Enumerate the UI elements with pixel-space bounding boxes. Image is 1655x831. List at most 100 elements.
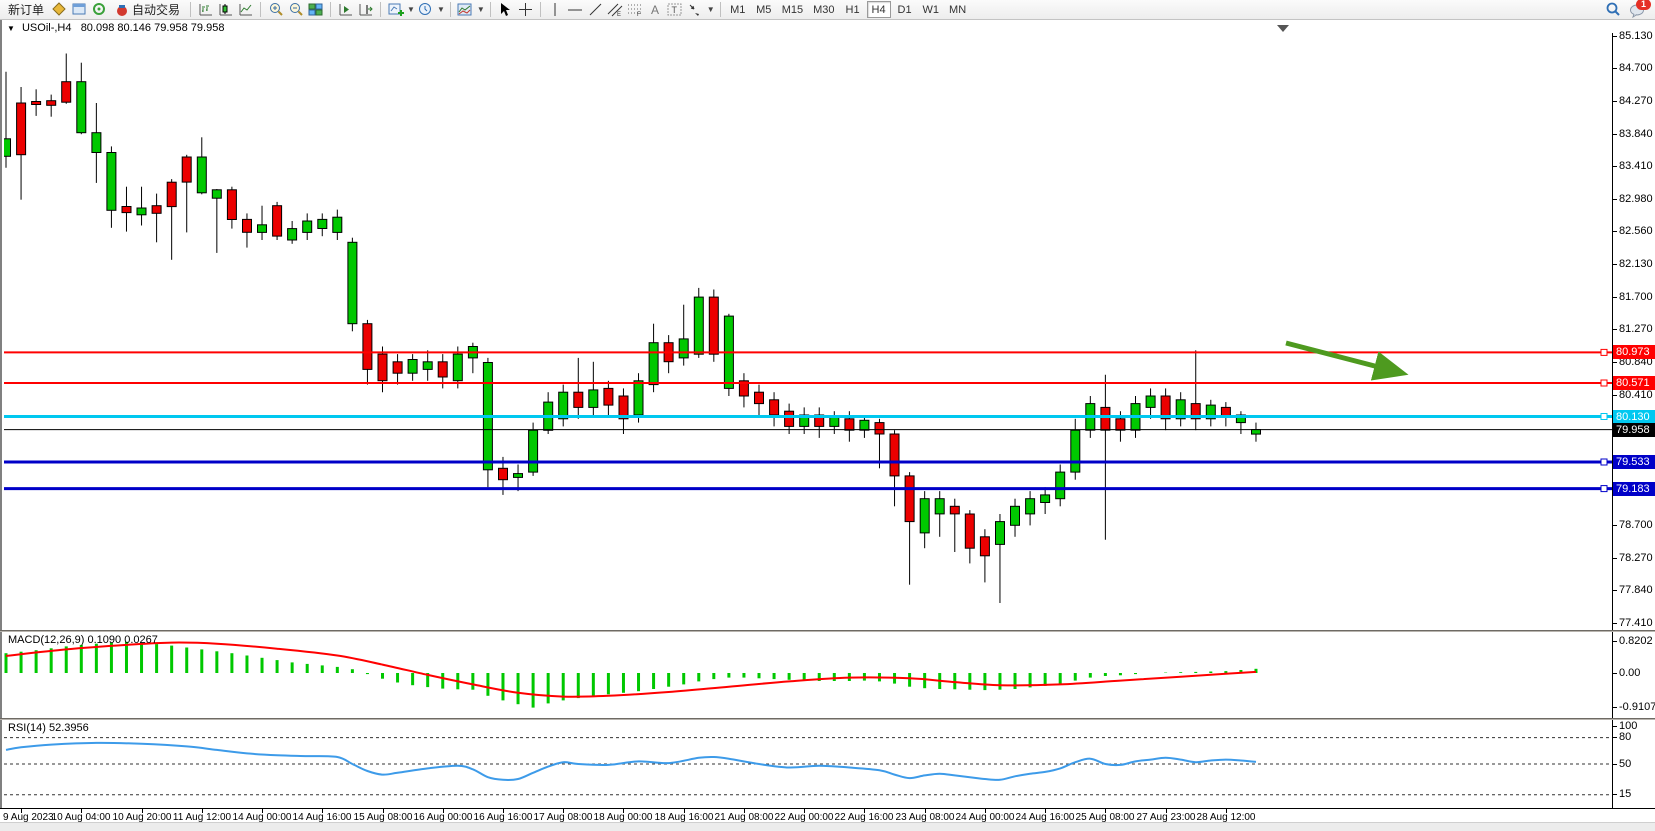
timeframe-button-H4[interactable]: H4 — [867, 1, 891, 18]
price-tick: 78.700 — [1613, 519, 1653, 531]
autotrading-button[interactable]: 自动交易 — [110, 1, 185, 19]
svg-text:F: F — [637, 12, 641, 17]
toolbar-separator — [540, 2, 541, 17]
candlestick-mode-icon[interactable] — [216, 1, 235, 19]
text-label-tool-icon[interactable]: T — [666, 1, 685, 19]
auto-scroll-icon[interactable] — [336, 1, 355, 19]
notifications-icon[interactable]: 1 — [1628, 1, 1647, 19]
price-tick: 84.700 — [1613, 62, 1653, 74]
time-axis[interactable]: 9 Aug 202310 Aug 04:0010 Aug 20:0011 Aug… — [0, 808, 1655, 822]
time-label: 9 Aug 2023 — [3, 812, 54, 823]
pane-separator[interactable] — [0, 718, 1655, 720]
period-dropdown-icon[interactable]: ▼ — [437, 5, 445, 14]
pane-separator[interactable] — [0, 630, 1655, 632]
time-label: 22 Aug 16:00 — [835, 812, 894, 823]
time-label: 14 Aug 00:00 — [233, 812, 292, 823]
market-watch-icon[interactable] — [50, 1, 69, 19]
zoom-in-icon[interactable] — [266, 1, 285, 19]
price-tick: 84.270 — [1613, 95, 1653, 107]
toolbar: 新订单 自动交易 ▼ ▼ ▼ — [0, 0, 1655, 20]
crosshair-tool-icon[interactable] — [516, 1, 535, 19]
equidistant-channel-tool-icon[interactable]: E — [606, 1, 625, 19]
price-tick: 81.270 — [1613, 323, 1653, 335]
vertical-line-tool-icon[interactable] — [546, 1, 565, 19]
time-label: 25 Aug 08:00 — [1076, 812, 1135, 823]
rsi-tick: 15 — [1613, 788, 1631, 800]
arrows-dropdown-icon[interactable]: ▼ — [707, 5, 715, 14]
toolbar-separator — [720, 2, 721, 17]
chart-title-collapse-icon[interactable]: ▼ — [7, 24, 15, 33]
text-tool-icon[interactable]: A — [646, 1, 665, 19]
search-icon[interactable] — [1603, 1, 1622, 19]
chart-shift-marker[interactable] — [1277, 25, 1289, 32]
price-tick: 77.410 — [1613, 617, 1653, 629]
autotrading-label: 自动交易 — [132, 1, 180, 18]
horizontal-line-tool-icon[interactable] — [566, 1, 585, 19]
arrows-tool-icon[interactable] — [686, 1, 705, 19]
template-icon[interactable] — [456, 1, 475, 19]
toolbar-separator — [330, 2, 331, 17]
rsi-value: 52.3956 — [49, 722, 89, 734]
timeframe-button-M15[interactable]: M15 — [778, 1, 807, 18]
price-tick: 85.130 — [1613, 30, 1653, 42]
trendline-tool-icon[interactable] — [586, 1, 605, 19]
macd-main-value: 0.1090 — [87, 634, 121, 646]
main-price-chart[interactable] — [4, 33, 1612, 630]
macd-signal-line — [6, 643, 1256, 697]
add-indicator-dropdown-icon[interactable]: ▼ — [407, 5, 415, 14]
template-dropdown-icon[interactable]: ▼ — [477, 5, 485, 14]
price-line-badge: 80.973 — [1613, 345, 1655, 359]
time-label: 23 Aug 08:00 — [896, 812, 955, 823]
price-tick: 82.980 — [1613, 193, 1653, 205]
line-chart-mode-icon[interactable] — [236, 1, 255, 19]
price-axis[interactable]: 85.13084.70084.27083.84083.41082.98082.5… — [1612, 33, 1655, 630]
rsi-indicator-pane[interactable] — [4, 720, 1612, 808]
new-order-button[interactable]: 新订单 — [3, 1, 49, 19]
rsi-axis[interactable]: 100805015 — [1612, 720, 1655, 808]
macd-histogram — [6, 642, 1256, 708]
toolbar-separator — [260, 2, 261, 17]
price-tick: 82.560 — [1613, 225, 1653, 237]
chart-symbol-period: USOil-,H4 — [22, 22, 72, 34]
time-label: 14 Aug 16:00 — [293, 812, 352, 823]
cursor-tool-icon[interactable] — [496, 1, 515, 19]
trend-arrow-annotation — [1286, 343, 1394, 371]
chart-shift-icon[interactable] — [356, 1, 375, 19]
notification-count-badge: 1 — [1636, 0, 1651, 10]
price-line-badge: 79.958 — [1613, 423, 1655, 437]
data-window-icon[interactable] — [90, 1, 109, 19]
time-label: 11 Aug 12:00 — [173, 812, 231, 823]
price-tick: 83.410 — [1613, 160, 1653, 172]
time-label: 16 Aug 00:00 — [414, 812, 473, 823]
add-indicator-icon[interactable] — [386, 1, 405, 19]
price-line-badge: 80.130 — [1613, 410, 1655, 424]
period-icon[interactable] — [416, 1, 435, 19]
macd-indicator-pane[interactable] — [4, 632, 1612, 718]
timeframe-button-D1[interactable]: D1 — [893, 1, 917, 18]
price-line-badge: 79.183 — [1613, 482, 1655, 496]
zoom-out-icon[interactable] — [286, 1, 305, 19]
time-label: 24 Aug 00:00 — [956, 812, 1015, 823]
fibonacci-tool-icon[interactable]: F — [626, 1, 645, 19]
time-label: 17 Aug 08:00 — [534, 812, 593, 823]
time-label: 10 Aug 20:00 — [113, 812, 172, 823]
macd-tick: -0.9107 — [1613, 701, 1655, 713]
candles — [4, 54, 1261, 604]
timeframe-button-H1[interactable]: H1 — [841, 1, 865, 18]
rsi-tick: 80 — [1613, 731, 1631, 743]
bar-chart-mode-icon[interactable] — [196, 1, 215, 19]
tile-windows-icon[interactable] — [306, 1, 325, 19]
timeframe-button-M30[interactable]: M30 — [809, 1, 838, 18]
time-label: 21 Aug 08:00 — [715, 812, 774, 823]
navigator-icon[interactable] — [70, 1, 89, 19]
timeframe-buttons: M1M5M15M30H1H4D1W1MN — [726, 1, 970, 18]
timeframe-button-MN[interactable]: MN — [945, 1, 970, 18]
timeframe-button-M5[interactable]: M5 — [752, 1, 776, 18]
svg-text:E: E — [617, 12, 621, 17]
time-label: 24 Aug 16:00 — [1016, 812, 1075, 823]
macd-axis[interactable]: 0.82020.00-0.9107 — [1612, 632, 1655, 718]
timeframe-button-W1[interactable]: W1 — [919, 1, 944, 18]
toolbar-separator — [450, 2, 451, 17]
time-label: 27 Aug 23:00 — [1137, 812, 1196, 823]
timeframe-button-M1[interactable]: M1 — [726, 1, 750, 18]
